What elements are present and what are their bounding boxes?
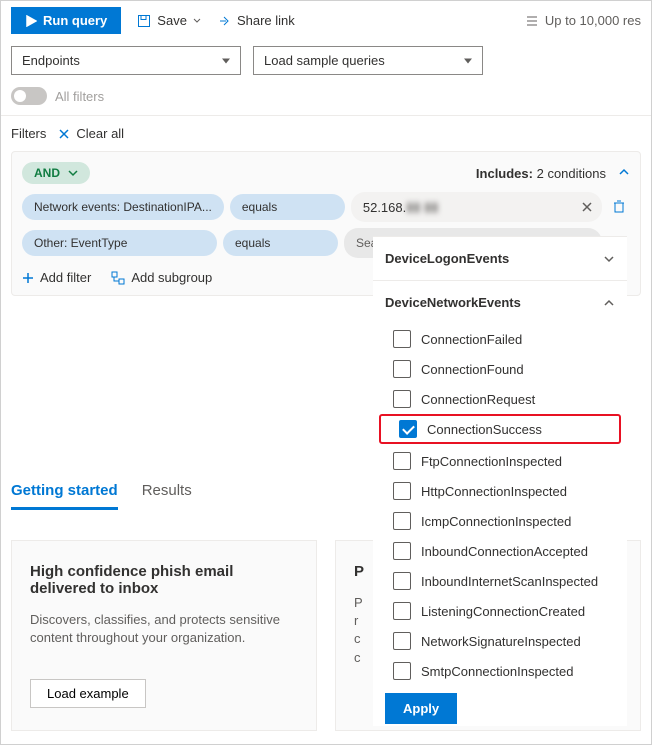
event-type-dropdown-panel: DeviceLogonEvents DeviceNetworkEvents Co… bbox=[373, 236, 627, 726]
checkbox[interactable] bbox=[393, 632, 411, 650]
option-inboundinternetscaninspected[interactable]: InboundInternetScanInspected bbox=[373, 566, 627, 596]
panel-options: ConnectionFailed ConnectionFound Connect… bbox=[373, 324, 627, 683]
clear-value-button[interactable] bbox=[576, 196, 598, 218]
checkbox[interactable] bbox=[393, 512, 411, 530]
all-filters-label: All filters bbox=[55, 89, 104, 104]
checkbox[interactable] bbox=[393, 572, 411, 590]
save-button[interactable]: Save bbox=[137, 13, 201, 28]
sample-queries-dropdown[interactable]: Load sample queries bbox=[253, 46, 483, 75]
save-label: Save bbox=[157, 13, 187, 28]
example-card: High confidence phish email delivered to… bbox=[11, 540, 317, 731]
filter-field-pill[interactable]: Network events: DestinationIPA... bbox=[22, 194, 224, 220]
filter-operator-pill[interactable]: equals bbox=[223, 230, 338, 256]
panel-footer: Apply bbox=[373, 683, 627, 734]
run-query-button[interactable]: Run query bbox=[11, 7, 121, 34]
section-header-devicelogonevents[interactable]: DeviceLogonEvents bbox=[373, 237, 627, 280]
apply-button[interactable]: Apply bbox=[385, 693, 457, 724]
clear-all-button[interactable]: Clear all bbox=[58, 126, 124, 141]
filters-header: Filters Clear all bbox=[1, 116, 651, 151]
checkbox[interactable] bbox=[393, 330, 411, 348]
filter-value-input-wrap: 52.168.▮▮ ▮▮ bbox=[351, 192, 602, 222]
option-ftpconnectioninspected[interactable]: FtpConnectionInspected bbox=[373, 446, 627, 476]
plus-icon bbox=[22, 272, 34, 284]
checkbox[interactable] bbox=[393, 602, 411, 620]
tab-getting-started[interactable]: Getting started bbox=[11, 474, 118, 510]
option-connectionrequest[interactable]: ConnectionRequest bbox=[373, 384, 627, 414]
section-header-devicenetworkevents[interactable]: DeviceNetworkEvents bbox=[373, 281, 627, 324]
save-icon bbox=[137, 14, 151, 28]
run-query-label: Run query bbox=[43, 13, 107, 28]
panel-section: DeviceLogonEvents bbox=[373, 237, 627, 281]
result-limit: Up to 10,000 res bbox=[525, 13, 641, 28]
checkbox[interactable] bbox=[399, 420, 417, 438]
chevron-up-icon bbox=[603, 297, 615, 309]
play-icon bbox=[25, 15, 37, 27]
share-link-button[interactable]: Share link bbox=[217, 13, 295, 28]
share-label: Share link bbox=[237, 13, 295, 28]
delete-filter-button[interactable] bbox=[608, 199, 630, 216]
filter-value-input[interactable] bbox=[438, 200, 576, 214]
checkbox[interactable] bbox=[393, 542, 411, 560]
filter-value-visible: 52.168. bbox=[363, 200, 406, 215]
share-icon bbox=[217, 14, 231, 28]
panel-section: DeviceNetworkEvents ConnectionFailed Con… bbox=[373, 281, 627, 683]
close-icon bbox=[582, 202, 592, 212]
checkbox[interactable] bbox=[393, 390, 411, 408]
subgroup-icon bbox=[111, 271, 125, 285]
option-httpconnectioninspected[interactable]: HttpConnectionInspected bbox=[373, 476, 627, 506]
card-title: High confidence phish email delivered to… bbox=[30, 563, 298, 597]
chevron-down-icon bbox=[68, 168, 78, 178]
card-description: Discovers, classifies, and protects sens… bbox=[30, 611, 298, 647]
all-filters-toggle[interactable] bbox=[11, 87, 47, 105]
option-smtpconnectioninspected[interactable]: SmtpConnectionInspected bbox=[373, 656, 627, 683]
option-connectionfound[interactable]: ConnectionFound bbox=[373, 354, 627, 384]
includes-summary: Includes: 2 conditions bbox=[476, 166, 606, 181]
all-filters-row: All filters bbox=[1, 81, 651, 116]
list-icon bbox=[525, 14, 539, 28]
add-subgroup-button[interactable]: Add subgroup bbox=[111, 270, 212, 285]
checkbox[interactable] bbox=[393, 360, 411, 378]
option-networksignatureinspected[interactable]: NetworkSignatureInspected bbox=[373, 626, 627, 656]
dropdown-row: Endpoints Load sample queries bbox=[1, 40, 651, 81]
filters-title: Filters bbox=[11, 126, 46, 141]
chevron-down-icon bbox=[193, 17, 201, 25]
trash-icon bbox=[612, 199, 626, 213]
tab-results[interactable]: Results bbox=[142, 474, 192, 510]
checkbox[interactable] bbox=[393, 452, 411, 470]
option-connectionfailed[interactable]: ConnectionFailed bbox=[373, 324, 627, 354]
option-connectionsuccess[interactable]: ConnectionSuccess bbox=[379, 414, 621, 444]
filter-field-pill[interactable]: Other: EventType bbox=[22, 230, 217, 256]
checkbox[interactable] bbox=[393, 482, 411, 500]
panel-scroll[interactable]: DeviceLogonEvents DeviceNetworkEvents Co… bbox=[373, 237, 627, 683]
close-icon bbox=[58, 128, 70, 140]
collapse-group-button[interactable] bbox=[618, 166, 630, 181]
scope-dropdown[interactable]: Endpoints bbox=[11, 46, 241, 75]
filter-row: Network events: DestinationIPA... equals… bbox=[22, 192, 630, 222]
logic-operator-chip[interactable]: AND bbox=[22, 162, 90, 184]
option-listeningconnectioncreated[interactable]: ListeningConnectionCreated bbox=[373, 596, 627, 626]
load-example-button[interactable]: Load example bbox=[30, 679, 146, 708]
add-filter-button[interactable]: Add filter bbox=[22, 270, 91, 285]
top-toolbar: Run query Save Share link Up to 10,000 r… bbox=[1, 1, 651, 40]
chevron-down-icon bbox=[603, 253, 615, 265]
option-icmpconnectioninspected[interactable]: IcmpConnectionInspected bbox=[373, 506, 627, 536]
chevron-up-icon bbox=[618, 166, 630, 178]
filter-group-header: AND Includes: 2 conditions bbox=[22, 162, 630, 184]
filter-operator-pill[interactable]: equals bbox=[230, 194, 345, 220]
checkbox[interactable] bbox=[393, 662, 411, 680]
option-inboundconnectionaccepted[interactable]: InboundConnectionAccepted bbox=[373, 536, 627, 566]
